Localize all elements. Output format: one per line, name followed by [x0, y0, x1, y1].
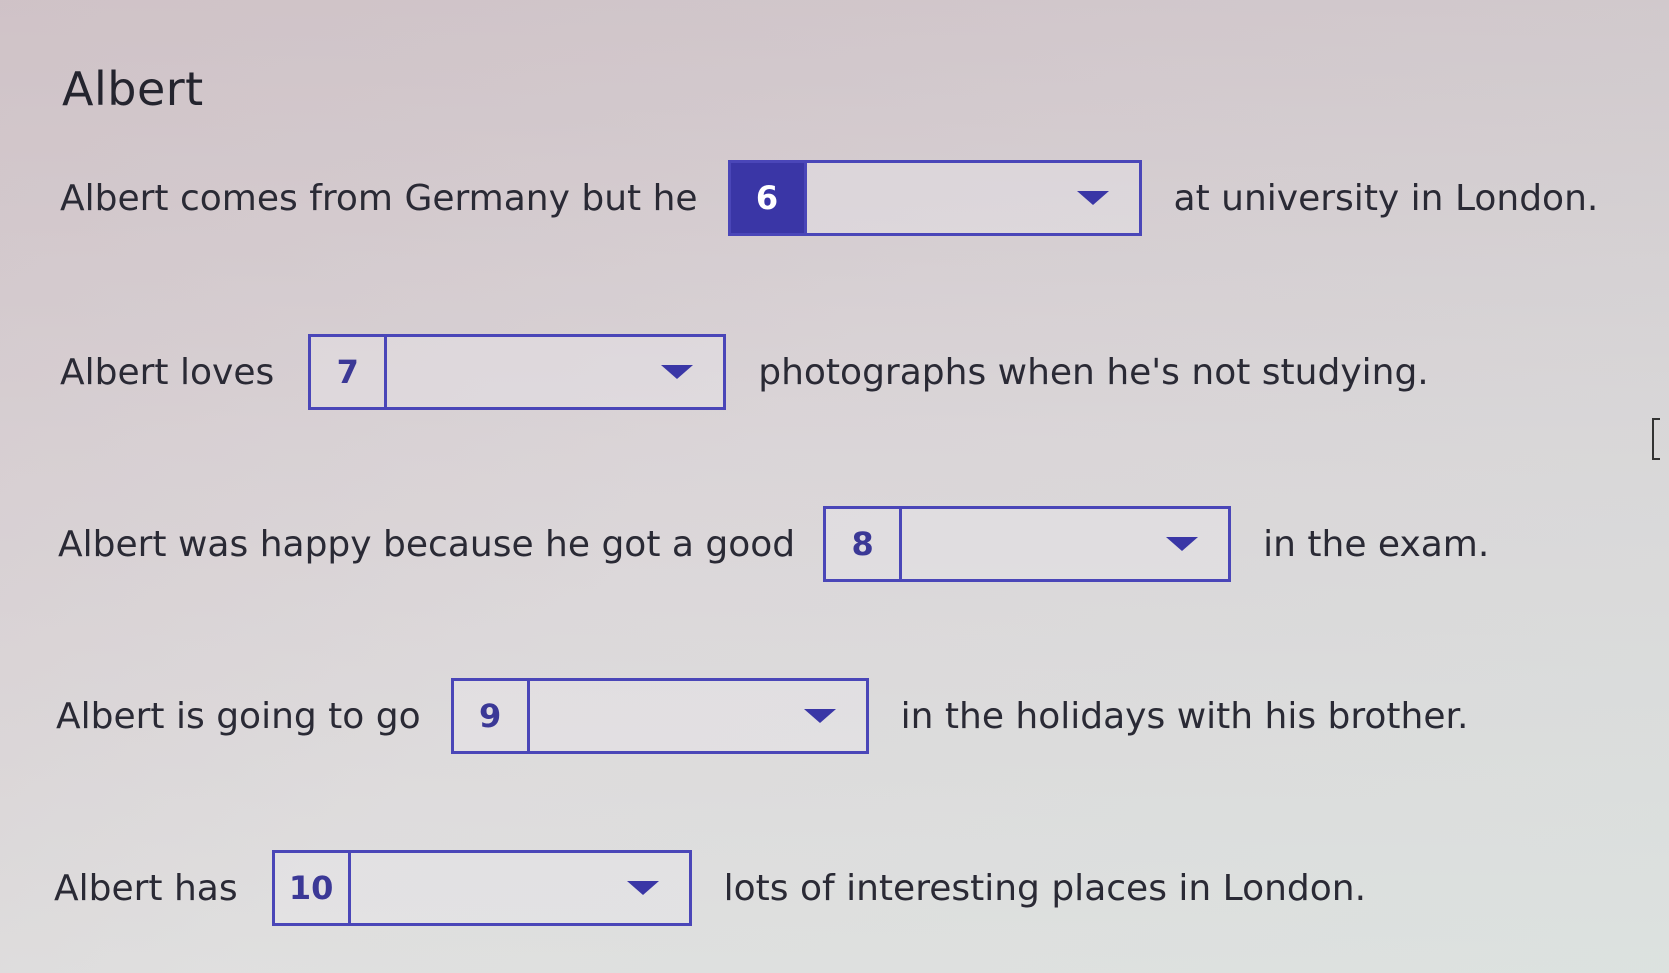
question-number-9: 9: [454, 681, 530, 751]
question-10: Albert has 10 lots of interesting places…: [54, 850, 1366, 926]
answer-dropdown-8[interactable]: 8: [823, 506, 1232, 582]
question-number-10: 10: [275, 853, 351, 923]
question-9-before: Albert is going to go: [56, 695, 421, 737]
question-7-before: Albert loves: [60, 351, 275, 393]
question-6-after: at university in London.: [1173, 177, 1599, 219]
chevron-down-icon[interactable]: [1166, 537, 1199, 551]
text-cursor: [1652, 418, 1660, 460]
dropdown-field-10[interactable]: [351, 853, 689, 923]
question-8: Albert was happy because he got a good 8…: [58, 506, 1489, 582]
question-9: Albert is going to go 9 in the holidays …: [56, 678, 1468, 754]
dropdown-field-9[interactable]: [530, 681, 866, 751]
question-6-before: Albert comes from Germany but he: [60, 177, 698, 219]
question-8-before: Albert was happy because he got a good: [58, 523, 796, 565]
question-number-6: 6: [730, 163, 807, 233]
dropdown-field-6[interactable]: [807, 163, 1139, 233]
question-9-after: in the holidays with his brother.: [900, 695, 1469, 737]
page-title: Albert: [62, 62, 204, 116]
answer-dropdown-10[interactable]: 10: [271, 850, 692, 926]
answer-dropdown-6[interactable]: 6: [727, 160, 1142, 236]
dropdown-field-8[interactable]: [902, 509, 1228, 579]
question-10-before: Albert has: [54, 867, 238, 909]
chevron-down-icon[interactable]: [1076, 191, 1109, 205]
answer-dropdown-7[interactable]: 7: [308, 334, 727, 410]
question-number-7: 7: [311, 337, 388, 407]
question-number-8: 8: [826, 509, 903, 579]
question-8-after: in the exam.: [1263, 523, 1490, 565]
question-6: Albert comes from Germany but he 6 at un…: [60, 160, 1598, 236]
question-7-after: photographs when he's not studying.: [758, 351, 1429, 393]
answer-dropdown-9[interactable]: 9: [450, 678, 869, 754]
chevron-down-icon[interactable]: [661, 365, 694, 379]
dropdown-field-7[interactable]: [387, 337, 723, 407]
chevron-down-icon[interactable]: [626, 881, 659, 895]
chevron-down-icon[interactable]: [803, 709, 836, 723]
quiz-screen: Albert Albert comes from Germany but he …: [0, 0, 1669, 973]
question-7: Albert loves 7 photographs when he's not…: [60, 334, 1429, 410]
question-10-after: lots of interesting places in London.: [723, 867, 1367, 909]
